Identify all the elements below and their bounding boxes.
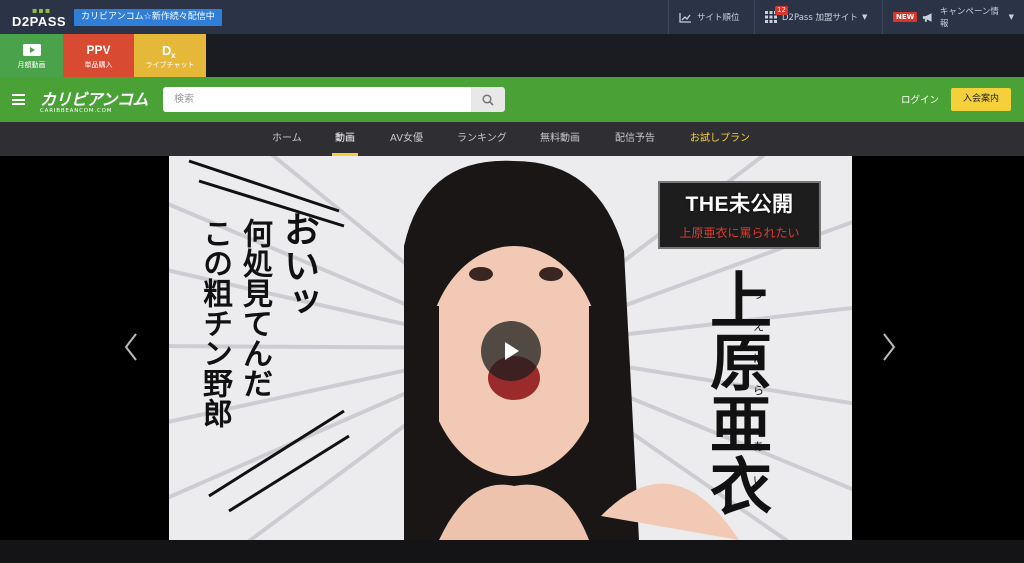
below-carousel-strip: [0, 540, 1024, 563]
kana-1: う: [753, 288, 764, 301]
join-button[interactable]: 入会案内: [951, 88, 1011, 111]
nav-free-videos[interactable]: 無料動画: [540, 122, 580, 156]
svg-text:D: D: [162, 43, 171, 58]
top-bar: ▪▪▪ D2PASS カリビアンコム☆新作続々配信中 サイト順位 12 D2Pa…: [0, 0, 1024, 34]
caret-down-icon: ▼: [861, 13, 868, 21]
banner-line2: この粗チン野郎: [197, 218, 232, 428]
banner-line1: 何処見てんだ: [237, 218, 272, 398]
search-button[interactable]: [471, 87, 505, 112]
d2pass-logo[interactable]: ▪▪▪ D2PASS: [12, 6, 66, 29]
play-button[interactable]: [481, 321, 541, 381]
category-live-chat-label: ライブチャット: [145, 61, 195, 69]
kana-3: は: [753, 352, 764, 365]
site-logo[interactable]: カリビアンコム CARIBBEANCOM.COM: [40, 86, 148, 114]
megaphone-icon: [923, 12, 932, 22]
login-link[interactable]: ログイン: [901, 92, 939, 106]
nav-ranking[interactable]: ランキング: [457, 122, 507, 156]
search-icon: [482, 93, 494, 106]
search-input[interactable]: 検索: [163, 87, 471, 112]
hamburger-menu-icon[interactable]: [12, 94, 25, 105]
carousel-banner[interactable]: おいッ 何処見てんだ この粗チン野郎 THE未公開 上原亜衣に罵られたい 上原亜…: [169, 156, 852, 540]
new-badge: NEW: [893, 12, 918, 22]
category-live-chat[interactable]: Dx ライブチャット: [134, 34, 206, 77]
play-video-icon: [22, 44, 41, 56]
site-header: カリビアンコム CARIBBEANCOM.COM: [0, 77, 1024, 122]
kana-6: い: [753, 474, 764, 487]
nav-upcoming[interactable]: 配信予告: [615, 122, 655, 156]
nav-videos[interactable]: 動画: [332, 122, 358, 156]
category-bar: 月額動画 PPV 単品購入 Dx ライブチャット: [0, 34, 1024, 77]
category-ppv[interactable]: PPV 単品購入: [63, 34, 134, 77]
carousel-next-arrow-icon[interactable]: [881, 332, 897, 362]
main-nav: ホーム 動画 AV女優 ランキング 無料動画 配信予告 お試しプラン: [0, 122, 1024, 156]
category-ppv-label: 単品購入: [84, 61, 113, 69]
kana-2: え: [753, 320, 764, 333]
news-badge[interactable]: カリビアンコム☆新作続々配信中: [74, 9, 222, 26]
dx-logo-icon: Dx: [162, 43, 176, 60]
kana-5: あ: [753, 440, 764, 453]
site-ranking-link[interactable]: サイト順位: [668, 0, 754, 34]
nav-home[interactable]: ホーム: [272, 122, 302, 156]
banner-shout: おいッ: [278, 211, 320, 319]
category-monthly-label: 月額動画: [17, 61, 46, 69]
site-ranking-label: サイト順位: [697, 13, 740, 23]
notification-count: 12: [775, 6, 788, 15]
carousel-prev-arrow-icon[interactable]: [123, 332, 139, 362]
caret-down-icon: ▼: [1008, 13, 1014, 21]
nav-trial-plan[interactable]: お試しプラン: [690, 122, 750, 156]
chart-icon: [679, 12, 691, 23]
category-monthly[interactable]: 月額動画: [0, 34, 63, 77]
campaign-label: キャンペーン情報: [939, 7, 999, 29]
top-right-menu: サイト順位 12 D2Pass 加盟サイト ▼ NEW キャンペーン情報 ▼: [668, 0, 1024, 34]
category-ppv-title: PPV: [86, 43, 111, 57]
play-icon: [505, 342, 519, 360]
partner-sites-dropdown[interactable]: 12 D2Pass 加盟サイト ▼: [754, 0, 882, 34]
banner-series-sign: THE未公開 上原亜衣に罵られたい: [658, 181, 821, 249]
partner-sites-label: D2Pass 加盟サイト: [782, 13, 858, 23]
svg-text:x: x: [171, 51, 176, 59]
nav-av-actresses[interactable]: AV女優: [390, 122, 423, 156]
campaign-dropdown[interactable]: NEW キャンペーン情報 ▼: [882, 0, 1024, 34]
kana-4: ら: [753, 384, 764, 397]
